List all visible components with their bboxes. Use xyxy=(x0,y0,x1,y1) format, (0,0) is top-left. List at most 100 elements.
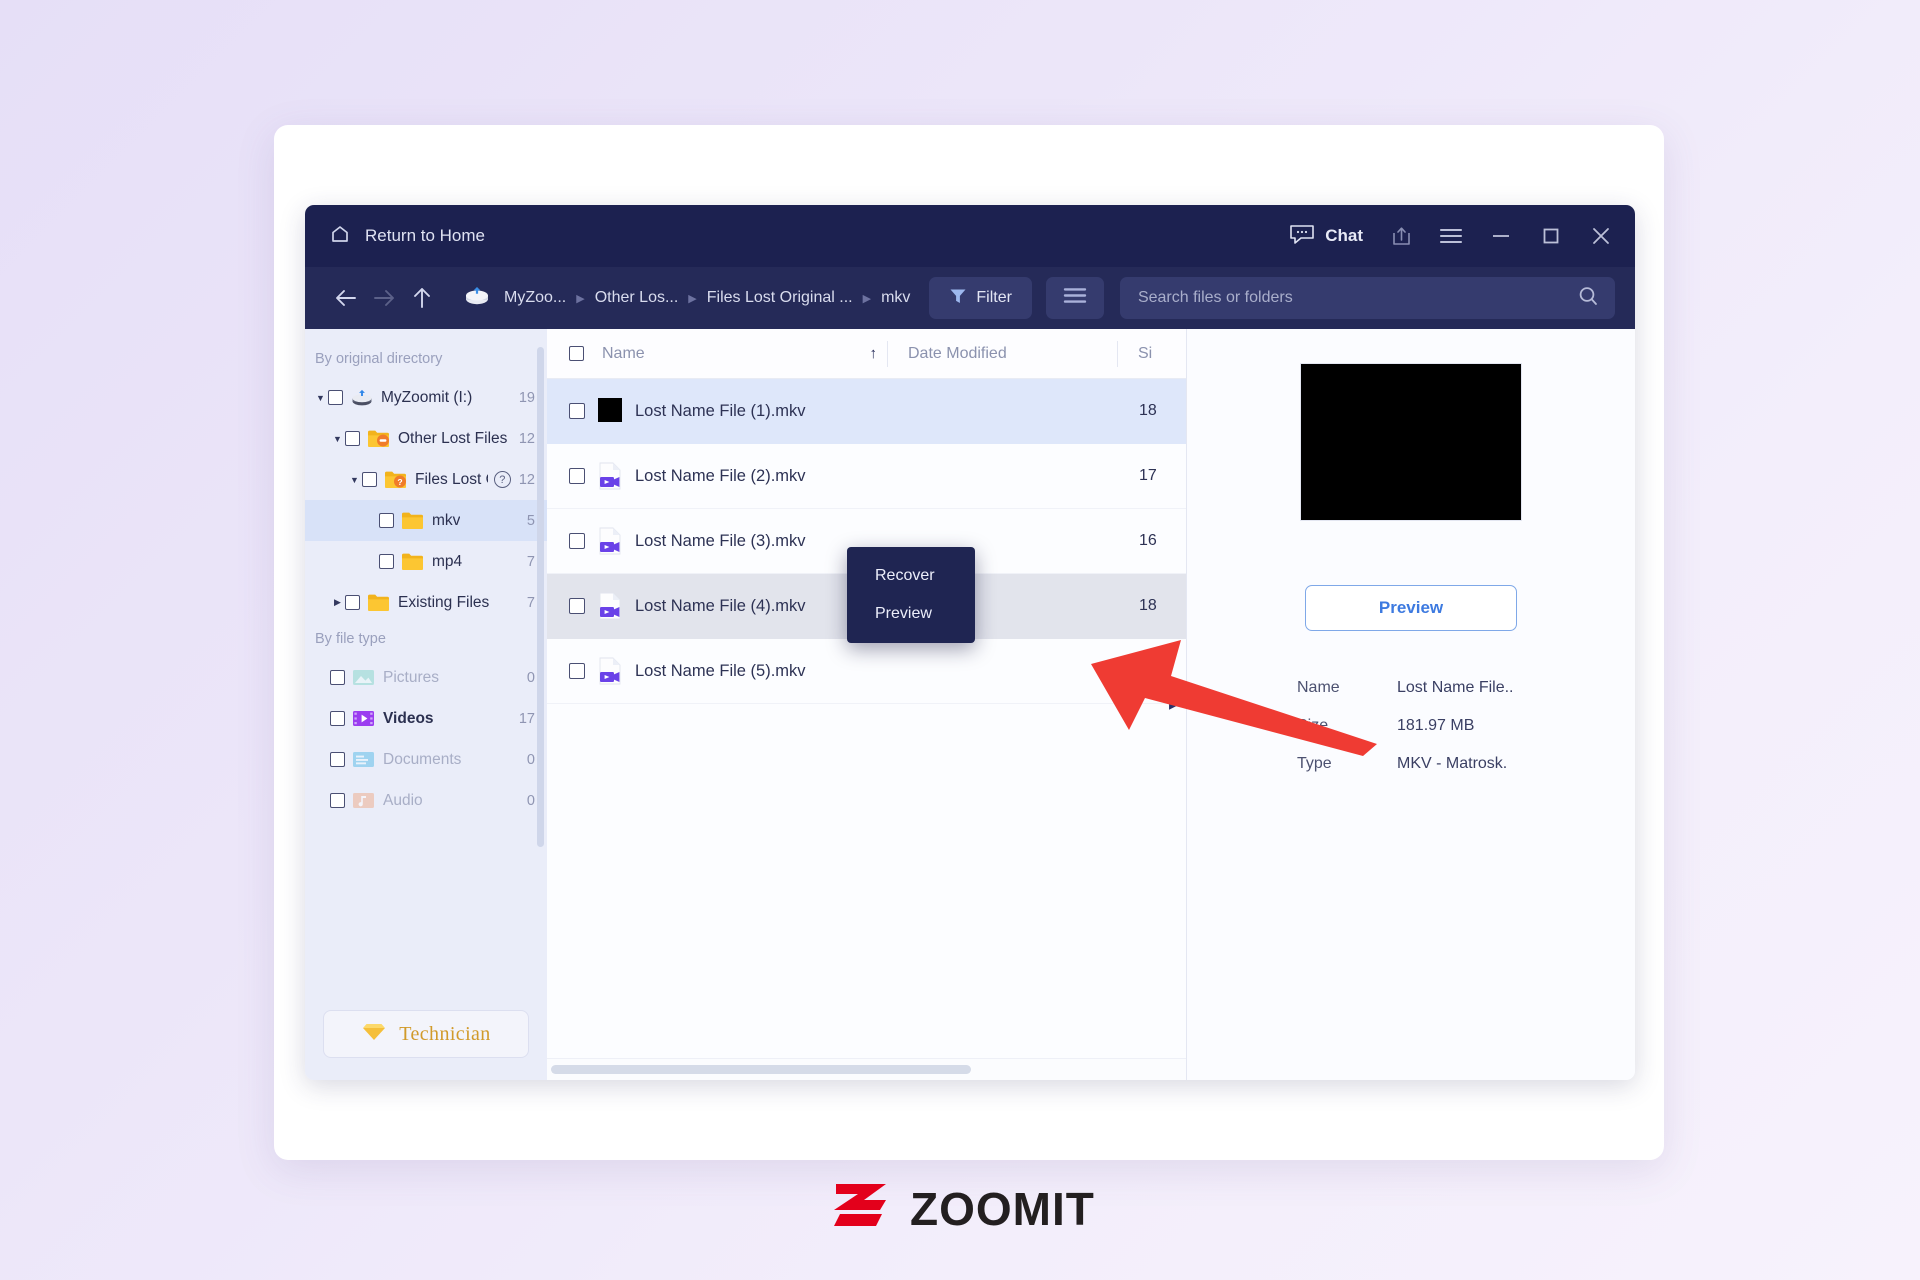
pictures-icon xyxy=(352,668,375,687)
maximize-icon[interactable] xyxy=(1539,224,1563,248)
video-file-icon xyxy=(597,527,623,555)
filetype-item-documents[interactable]: Documents 0 xyxy=(305,739,547,780)
up-directory-button[interactable] xyxy=(403,279,441,317)
search-input[interactable] xyxy=(1137,289,1577,307)
tree-item-checkbox[interactable] xyxy=(345,595,360,610)
filetype-item-videos[interactable]: Videos 17 xyxy=(305,698,547,739)
tree-item-checkbox[interactable] xyxy=(379,554,394,569)
share-upload-icon[interactable] xyxy=(1389,224,1413,248)
search-icon[interactable] xyxy=(1577,285,1599,312)
navigation-bar: MyZoo... ▶ Other Los... ▶ Files Lost Ori… xyxy=(305,267,1635,329)
filetype-item-pictures[interactable]: Pictures 0 xyxy=(305,657,547,698)
close-icon[interactable] xyxy=(1589,224,1613,248)
list-view-icon xyxy=(1063,287,1087,309)
tree-item-label: Other Lost Files xyxy=(398,429,508,447)
filetype-checkbox[interactable] xyxy=(330,752,345,767)
filetype-label: Pictures xyxy=(383,668,439,686)
breadcrumb-item-1[interactable]: Other Los... xyxy=(588,285,686,311)
breadcrumb-item-0[interactable]: MyZoo... xyxy=(497,285,573,311)
column-header-size[interactable]: Si xyxy=(1117,340,1186,367)
breadcrumb-item-2[interactable]: Files Lost Original ... xyxy=(700,285,860,311)
filetype-list: Pictures 0 Videos 17 Documents 0 Audio 0 xyxy=(305,657,547,821)
filetype-checkbox[interactable] xyxy=(330,793,345,808)
tree-item-myzoomit-i[interactable]: ▼ MyZoomit (I:) 19 xyxy=(305,377,547,418)
search-container xyxy=(1119,277,1615,319)
filetype-label: Documents xyxy=(383,750,462,768)
filetype-checkbox[interactable] xyxy=(330,711,345,726)
forward-button[interactable] xyxy=(365,279,403,317)
column-header-date-label: Date Modified xyxy=(908,344,1007,362)
file-row-checkbox[interactable] xyxy=(569,468,585,484)
select-all-checkbox[interactable] xyxy=(569,346,584,361)
filetype-item-audio[interactable]: Audio 0 xyxy=(305,780,547,821)
scrollbar-thumb[interactable] xyxy=(551,1065,971,1074)
chevron-right-icon: ▶ xyxy=(688,292,697,305)
tree-item-mkv[interactable]: · mkv 5 xyxy=(305,500,547,541)
preview-button[interactable]: Preview xyxy=(1305,585,1517,631)
chevron-down-icon[interactable]: ▼ xyxy=(347,475,362,485)
technician-button[interactable]: Technician xyxy=(323,1010,529,1058)
hard-drive-icon xyxy=(463,285,491,312)
tree-item-files-lost-origin[interactable]: ▼? Files Lost Origin...? 12 xyxy=(305,459,547,500)
technician-container: Technician xyxy=(305,994,547,1080)
column-header-size-label: Si xyxy=(1138,344,1153,362)
chat-button[interactable]: Chat xyxy=(1289,223,1363,250)
tree-item-label: MyZoomit (I:) xyxy=(381,388,473,406)
file-name: Lost Name File (3).mkv xyxy=(635,531,806,550)
context-menu: Recover Preview xyxy=(847,547,975,643)
tree-item-count: 12 xyxy=(518,471,535,488)
chevron-down-icon[interactable]: ▼ xyxy=(330,434,345,444)
back-button[interactable] xyxy=(327,279,365,317)
tree-item-count: 19 xyxy=(518,389,535,406)
minimize-icon[interactable] xyxy=(1489,224,1513,248)
technician-label: Technician xyxy=(399,1022,491,1045)
filter-button[interactable]: Filter xyxy=(929,277,1032,319)
filetype-checkbox[interactable] xyxy=(330,670,345,685)
file-list-header: Name ↑ Date Modified Si xyxy=(547,329,1186,379)
sidebar-scrollbar[interactable] xyxy=(537,347,544,847)
breadcrumb-item-3[interactable]: mkv xyxy=(874,285,917,311)
file-name: Lost Name File (1).mkv xyxy=(635,401,806,420)
home-icon xyxy=(329,223,351,250)
file-list-horizontal-scrollbar[interactable] xyxy=(547,1058,1186,1080)
zoomit-logo: ZOOMIT xyxy=(830,1180,1095,1237)
filetype-count: 0 xyxy=(526,751,535,768)
hard-drive-icon xyxy=(350,388,373,407)
chevron-right-icon[interactable]: ▶ xyxy=(330,597,345,608)
file-size: 17 xyxy=(1139,467,1157,484)
context-menu-item-preview[interactable]: Preview xyxy=(847,595,975,633)
context-menu-item-recover[interactable]: Recover xyxy=(847,557,975,595)
tree-item-checkbox[interactable] xyxy=(379,513,394,528)
help-question-icon[interactable]: ? xyxy=(493,471,511,488)
file-row-checkbox[interactable] xyxy=(569,403,585,419)
file-row-checkbox[interactable] xyxy=(569,598,585,614)
tree-item-checkbox[interactable] xyxy=(328,390,343,405)
file-size: 18 xyxy=(1139,402,1157,419)
column-header-name[interactable]: Name ↑ xyxy=(547,345,887,363)
return-to-home-button[interactable]: Return to Home xyxy=(329,223,485,250)
hamburger-menu-icon[interactable] xyxy=(1439,224,1463,248)
tree-item-other-lost-files[interactable]: ▼ Other Lost Files 12 xyxy=(305,418,547,459)
file-row-checkbox[interactable] xyxy=(569,663,585,679)
table-row[interactable]: Lost Name File (2).mkv 17 xyxy=(547,444,1186,509)
view-mode-button[interactable] xyxy=(1045,277,1104,319)
chevron-right-icon: ▶ xyxy=(576,292,585,305)
title-bar: Return to Home Chat xyxy=(305,205,1635,267)
tree-item-checkbox[interactable] xyxy=(345,431,360,446)
metadata-value: 181.97 MB xyxy=(1397,717,1475,734)
folder-icon xyxy=(401,511,424,530)
directory-tree: ▼ MyZoomit (I:) 19 ▼ Other Lost Files 12 ▼? Fil… xyxy=(305,377,547,623)
file-size: 18 xyxy=(1139,597,1157,614)
svg-text:?: ? xyxy=(397,477,402,487)
sidebar-section-filetype-label: By file type xyxy=(315,631,386,647)
tree-item-mp4[interactable]: · mp4 7 xyxy=(305,541,547,582)
table-row[interactable]: Lost Name File (1).mkv 18 xyxy=(547,379,1186,444)
file-name: Lost Name File (5).mkv xyxy=(635,661,806,680)
sort-ascending-icon[interactable]: ↑ xyxy=(870,345,888,362)
tree-item-existing-files[interactable]: ▶ Existing Files 7 xyxy=(305,582,547,623)
column-header-date-modified[interactable]: Date Modified xyxy=(887,340,1117,367)
filetype-count: 0 xyxy=(526,792,535,809)
file-row-checkbox[interactable] xyxy=(569,533,585,549)
tree-item-checkbox[interactable] xyxy=(362,472,377,487)
chevron-down-icon[interactable]: ▼ xyxy=(313,393,328,403)
